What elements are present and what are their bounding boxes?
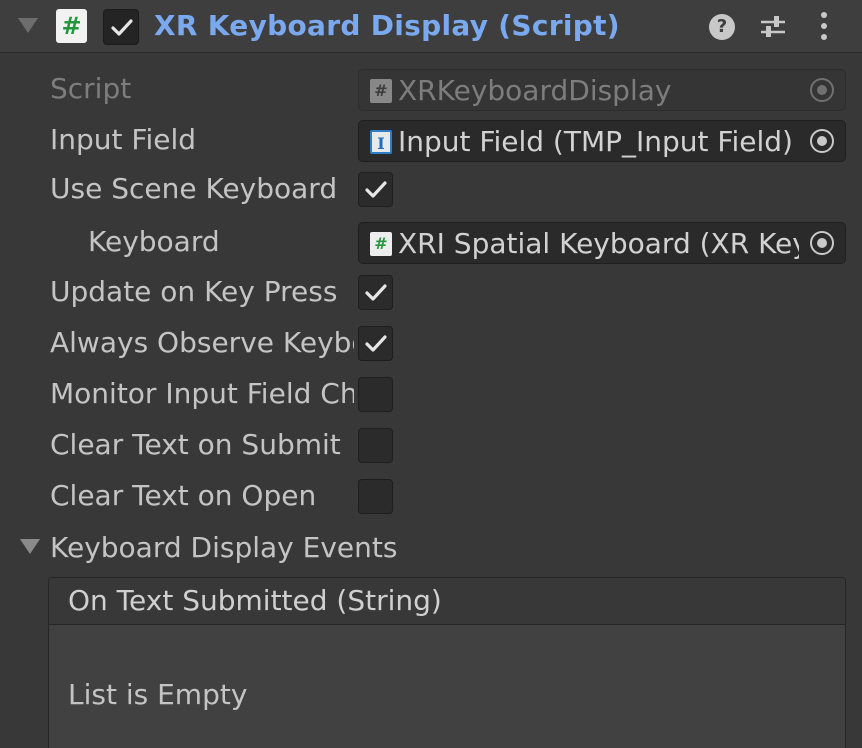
events-section-label[interactable]: Keyboard Display Events [50, 530, 397, 566]
keyboard-value: XRI Spatial Keyboard (XR Keyboard) [398, 227, 803, 260]
checkmark-icon [365, 284, 387, 301]
foldout-arrow-icon[interactable] [18, 18, 38, 33]
use-scene-keyboard-label: Use Scene Keyboard [50, 172, 338, 205]
events-foldout-arrow-icon[interactable] [20, 539, 40, 554]
update-on-key-press-row: Update on Key Press [0, 268, 862, 316]
checkmark-icon [365, 181, 387, 198]
script-value: XRKeyboardDisplay [398, 74, 672, 107]
object-picker-button[interactable] [799, 223, 845, 263]
object-picker-icon [810, 78, 834, 102]
checkmark-icon [365, 335, 387, 352]
more-options-icon[interactable] [818, 11, 830, 43]
input-field-value: Input Field (TMP_Input Field) [398, 125, 793, 158]
clear-text-on-open-row: Clear Text on Open [0, 472, 862, 520]
keyboard-object-field[interactable]: # XRI Spatial Keyboard (XR Keyboard) [358, 222, 846, 264]
input-field-object-field[interactable]: I Input Field (TMP_Input Field) [358, 120, 846, 162]
help-icon[interactable]: ? [709, 14, 735, 40]
script-hash-icon: # [56, 9, 87, 43]
keyboard-label: Keyboard [88, 225, 220, 258]
script-label: Script [50, 72, 132, 105]
event-empty-text: List is Empty [68, 678, 248, 711]
monitor-input-field-changes-label: Monitor Input Field Changes [50, 377, 354, 410]
object-picker-icon [810, 129, 834, 153]
presets-sliders-icon[interactable] [759, 13, 787, 41]
use-scene-keyboard-row: Use Scene Keyboard [0, 165, 862, 213]
input-field-row: Input Field I Input Field (TMP_Input Fie… [0, 116, 862, 164]
clear-text-on-open-label: Clear Text on Open [50, 479, 317, 512]
clear-text-on-submit-row: Clear Text on Submit [0, 421, 862, 469]
use-scene-keyboard-checkbox[interactable] [358, 172, 393, 207]
clear-text-on-submit-label: Clear Text on Submit [50, 428, 341, 461]
object-picker-button [799, 70, 845, 110]
on-text-submitted-event: On Text Submitted (String) List is Empty [48, 577, 846, 748]
clear-text-on-open-checkbox[interactable] [358, 479, 393, 514]
script-row: Script # XRKeyboardDisplay [0, 65, 862, 113]
event-title: On Text Submitted (String) [68, 584, 442, 617]
input-field-label: Input Field [50, 123, 197, 156]
script-hash-icon: # [370, 79, 392, 103]
keyboard-row: Keyboard # XRI Spatial Keyboard (XR Keyb… [0, 218, 862, 266]
component-title[interactable]: XR Keyboard Display (Script) [154, 9, 620, 42]
component-enabled-checkbox[interactable] [103, 9, 139, 45]
script-hash-icon: # [370, 232, 392, 256]
update-on-key-press-label: Update on Key Press [50, 275, 338, 308]
always-observe-keyboard-checkbox[interactable] [358, 326, 393, 361]
text-cursor-icon: I [370, 130, 392, 154]
script-object-field: # XRKeyboardDisplay [358, 69, 846, 111]
update-on-key-press-checkbox[interactable] [358, 275, 393, 310]
always-observe-keyboard-row: Always Observe Keyboard [0, 319, 862, 367]
clear-text-on-submit-checkbox[interactable] [358, 428, 393, 463]
always-observe-keyboard-label: Always Observe Keyboard [50, 326, 354, 359]
object-picker-icon [810, 231, 834, 255]
event-header: On Text Submitted (String) [49, 578, 845, 625]
object-picker-button[interactable] [799, 121, 845, 161]
monitor-input-field-changes-row: Monitor Input Field Changes [0, 370, 862, 418]
component-header: # XR Keyboard Display (Script) ? [0, 0, 862, 53]
checkmark-icon [111, 19, 133, 36]
monitor-input-field-changes-checkbox[interactable] [358, 377, 393, 412]
